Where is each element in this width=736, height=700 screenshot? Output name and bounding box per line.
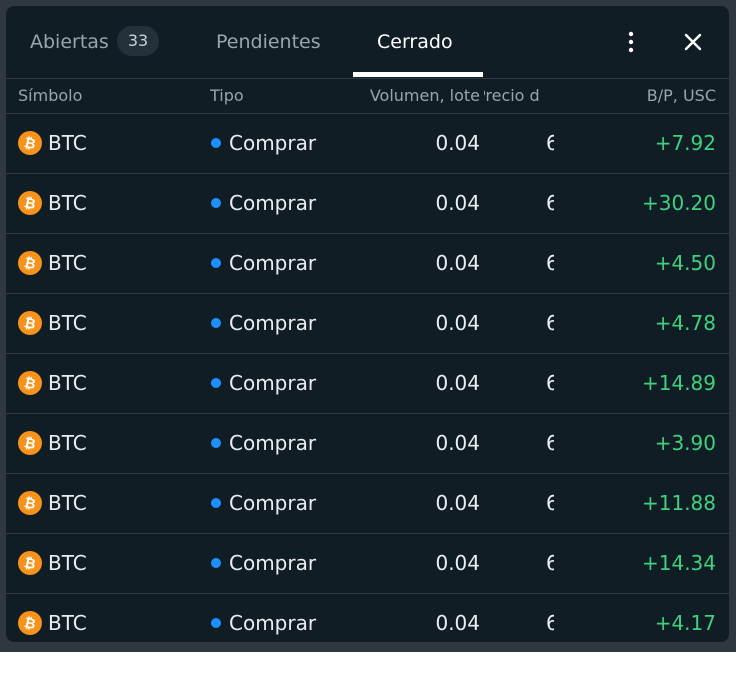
bitcoin-icon: ₿ xyxy=(18,611,42,635)
bitcoin-icon: ₿ xyxy=(18,131,42,155)
table-row[interactable]: ₿ BTC Comprar 0.04 6 +14.34 xyxy=(6,533,729,594)
type-cell: Comprar xyxy=(229,551,317,575)
bitcoin-icon: ₿ xyxy=(18,551,42,575)
active-tab-indicator xyxy=(353,72,483,77)
tab-abiertas-label: Abiertas xyxy=(30,31,109,53)
bitcoin-icon: ₿ xyxy=(18,191,42,215)
bitcoin-icon: ₿ xyxy=(18,371,42,395)
symbol-cell: BTC xyxy=(48,551,87,575)
symbol-cell: BTC xyxy=(48,311,87,335)
symbol-cell: BTC xyxy=(48,191,87,215)
profit-loss-cell: +11.88 xyxy=(641,491,716,515)
price-cell: 6 xyxy=(546,431,554,455)
volume-cell: 0.04 xyxy=(435,311,480,335)
buy-dot-icon xyxy=(211,438,221,448)
buy-dot-icon xyxy=(211,258,221,268)
buy-dot-icon xyxy=(211,498,221,508)
price-cell: 6 xyxy=(546,191,554,215)
type-cell: Comprar xyxy=(229,251,317,275)
type-cell: Comprar xyxy=(229,371,317,395)
tab-pendientes-label: Pendientes xyxy=(216,31,321,53)
profit-loss-cell: +14.34 xyxy=(641,551,716,575)
volume-cell: 0.04 xyxy=(435,191,480,215)
table-row[interactable]: ₿ BTC Comprar 0.04 6 +4.78 xyxy=(6,293,729,354)
header-profit-loss[interactable]: B/P, USC xyxy=(566,79,716,113)
buy-dot-icon xyxy=(211,618,221,628)
volume-cell: 0.04 xyxy=(435,371,480,395)
open-count-badge: 33 xyxy=(116,25,160,56)
header-symbol[interactable]: Símbolo xyxy=(18,79,198,113)
bitcoin-icon: ₿ xyxy=(18,491,42,515)
table-row[interactable]: ₿ BTC Comprar 0.04 6 +4.17 xyxy=(6,593,729,642)
tab-abiertas[interactable]: Abiertas 33 xyxy=(30,6,160,78)
symbol-cell: BTC xyxy=(48,431,87,455)
symbol-cell: BTC xyxy=(48,131,87,155)
table-row[interactable]: ₿ BTC Comprar 0.04 6 +7.92 xyxy=(6,113,729,174)
profit-loss-cell: +7.92 xyxy=(654,131,716,155)
buy-dot-icon xyxy=(211,138,221,148)
price-cell: 6 xyxy=(546,551,554,575)
close-icon[interactable] xyxy=(679,28,707,56)
volume-cell: 0.04 xyxy=(435,491,480,515)
profit-loss-cell: +4.78 xyxy=(654,311,716,335)
price-cell: 6 xyxy=(546,131,554,155)
table-row[interactable]: ₿ BTC Comprar 0.04 6 +3.90 xyxy=(6,413,729,474)
table-row[interactable]: ₿ BTC Comprar 0.04 6 +30.20 xyxy=(6,173,729,234)
profit-loss-cell: +4.17 xyxy=(654,611,716,635)
symbol-cell: BTC xyxy=(48,251,87,275)
buy-dot-icon xyxy=(211,198,221,208)
price-cell: 6 xyxy=(546,371,554,395)
volume-cell: 0.04 xyxy=(435,131,480,155)
type-cell: Comprar xyxy=(229,431,317,455)
type-cell: Comprar xyxy=(229,491,317,515)
profit-loss-cell: +14.89 xyxy=(641,371,716,395)
price-cell: 6 xyxy=(546,311,554,335)
price-cell: 6 xyxy=(546,251,554,275)
tab-cerrado-label: Cerrado xyxy=(377,31,453,53)
more-vertical-icon[interactable] xyxy=(621,28,641,56)
type-cell: Comprar xyxy=(229,131,317,155)
bitcoin-icon: ₿ xyxy=(18,431,42,455)
header-price[interactable]: Precio d xyxy=(484,79,554,113)
positions-panel: Abiertas 33 Pendientes Cerrado Símbolo T… xyxy=(6,6,729,642)
volume-cell: 0.04 xyxy=(435,551,480,575)
volume-cell: 0.04 xyxy=(435,431,480,455)
table-row[interactable]: ₿ BTC Comprar 0.04 6 +14.89 xyxy=(6,353,729,414)
symbol-cell: BTC xyxy=(48,491,87,515)
type-cell: Comprar xyxy=(229,611,317,635)
table-row[interactable]: ₿ BTC Comprar 0.04 6 +4.50 xyxy=(6,233,729,294)
profit-loss-cell: +4.50 xyxy=(654,251,716,275)
table-header: Símbolo Tipo Volumen, lote Precio d B/P,… xyxy=(6,79,729,114)
window-frame: Abiertas 33 Pendientes Cerrado Símbolo T… xyxy=(0,0,736,652)
type-cell: Comprar xyxy=(229,311,317,335)
buy-dot-icon xyxy=(211,558,221,568)
buy-dot-icon xyxy=(211,318,221,328)
volume-cell: 0.04 xyxy=(435,611,480,635)
tab-pendientes[interactable]: Pendientes xyxy=(216,6,321,78)
table-row[interactable]: ₿ BTC Comprar 0.04 6 +11.88 xyxy=(6,473,729,534)
volume-cell: 0.04 xyxy=(435,251,480,275)
symbol-cell: BTC xyxy=(48,371,87,395)
profit-loss-cell: +30.20 xyxy=(641,191,716,215)
header-type[interactable]: Tipo xyxy=(210,79,350,113)
price-cell: 6 xyxy=(546,491,554,515)
bitcoin-icon: ₿ xyxy=(18,251,42,275)
header-volume[interactable]: Volumen, lote xyxy=(346,79,480,113)
symbol-cell: BTC xyxy=(48,611,87,635)
tab-bar: Abiertas 33 Pendientes Cerrado xyxy=(6,6,729,79)
profit-loss-cell: +3.90 xyxy=(654,431,716,455)
tab-cerrado[interactable]: Cerrado xyxy=(377,6,453,78)
type-cell: Comprar xyxy=(229,191,317,215)
price-cell: 6 xyxy=(546,611,554,635)
buy-dot-icon xyxy=(211,378,221,388)
bitcoin-icon: ₿ xyxy=(18,311,42,335)
